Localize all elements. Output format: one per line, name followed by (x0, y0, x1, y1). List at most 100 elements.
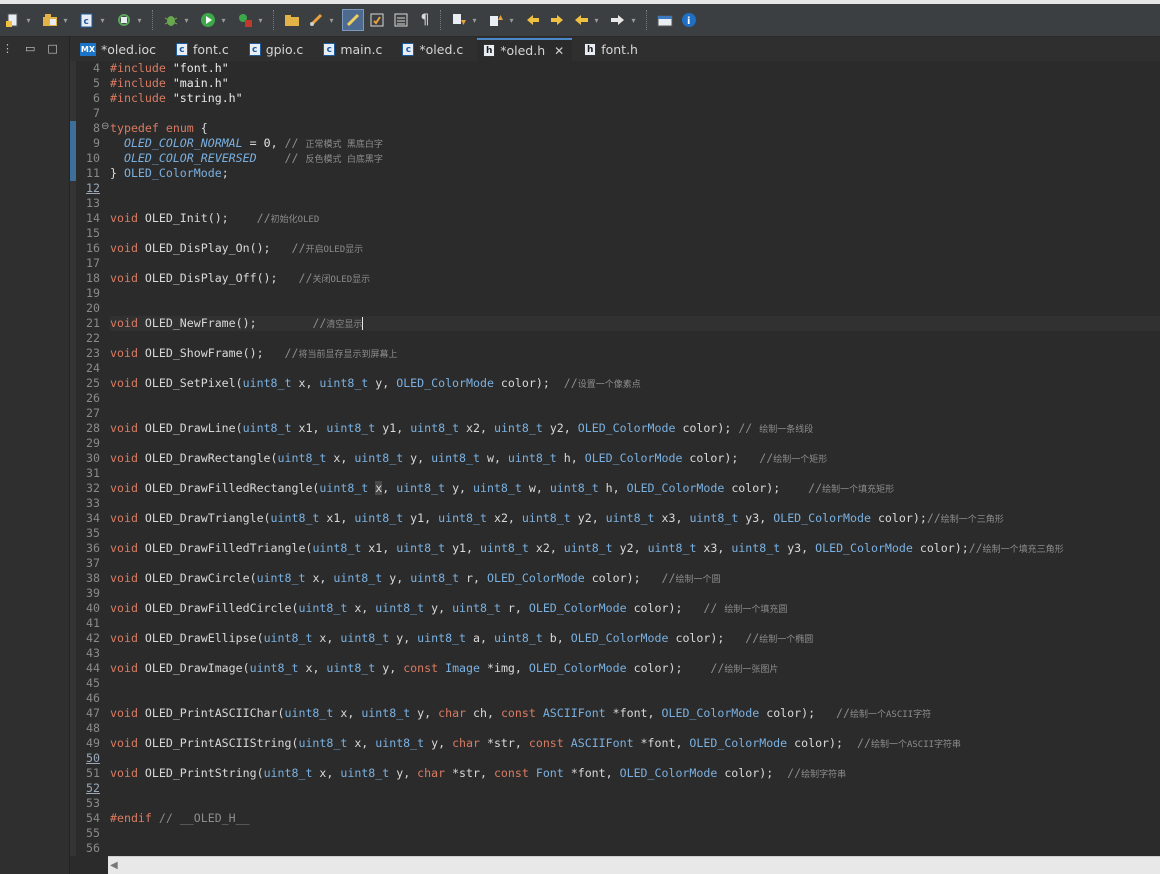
brush-icon[interactable] (305, 9, 327, 31)
info-icon[interactable]: i (678, 9, 700, 31)
code-line[interactable]: void OLED_PrintASCIIChar(uint8_t x, uint… (110, 706, 1160, 721)
tab-oled-h[interactable]: h *oled.h ✕ (477, 38, 573, 61)
close-tab-icon[interactable]: ✕ (554, 44, 564, 58)
code-line[interactable] (110, 526, 1160, 541)
horizontal-scrollbar[interactable]: ◀ (108, 856, 1160, 874)
code-area[interactable]: #include "font.h" #include "main.h" #inclu… (110, 61, 1160, 856)
code-line[interactable]: void OLED_PrintString(uint8_t x, uint8_t… (110, 766, 1160, 781)
code-line[interactable] (110, 781, 1160, 796)
code-line[interactable]: void OLED_DrawFilledCircle(uint8_t x, ui… (110, 601, 1160, 616)
code-line[interactable]: void OLED_Init(); //初始化OLED (110, 211, 1160, 226)
tab-gpio-c[interactable]: c gpio.c (243, 38, 312, 61)
code-line[interactable] (110, 256, 1160, 271)
last-edit-icon[interactable] (522, 9, 544, 31)
external-tools-icon[interactable] (234, 9, 256, 31)
prev-annotation-dropdown-icon[interactable]: ▾ (507, 9, 516, 31)
new-c-file-dropdown-icon[interactable]: ▾ (98, 9, 107, 31)
code-line[interactable] (110, 406, 1160, 421)
code-line[interactable]: #include "main.h" (110, 76, 1160, 91)
maximize-icon[interactable]: □ (47, 42, 57, 55)
code-line[interactable] (110, 361, 1160, 376)
code-line[interactable] (110, 841, 1160, 856)
brush-dropdown-icon[interactable]: ▾ (327, 9, 336, 31)
external-tools-dropdown-icon[interactable]: ▾ (256, 9, 265, 31)
code-line[interactable] (110, 826, 1160, 841)
code-line[interactable] (110, 646, 1160, 661)
code-line[interactable]: OLED_COLOR_REVERSED // 反色模式 白底黑字 (110, 151, 1160, 166)
code-line[interactable]: #endif // __OLED_H__ (110, 811, 1160, 826)
code-line[interactable] (110, 466, 1160, 481)
code-line[interactable]: OLED_COLOR_NORMAL = 0, // 正常模式 黑底白字 (110, 136, 1160, 151)
back-icon[interactable] (570, 9, 592, 31)
code-line[interactable]: void OLED_DrawEllipse(uint8_t x, uint8_t… (110, 631, 1160, 646)
code-line[interactable] (110, 676, 1160, 691)
open-project-icon[interactable] (39, 9, 61, 31)
code-line[interactable] (110, 751, 1160, 766)
code-editor[interactable]: 4 5 6 7 8 ⊖ 9 10 11 12 13 14 15 16 17 18 19 20 21 22 23 24 25 2… (70, 61, 1160, 856)
code-line[interactable]: void OLED_SetPixel(uint8_t x, uint8_t y,… (110, 376, 1160, 391)
run-dropdown-icon[interactable]: ▾ (219, 9, 228, 31)
code-line[interactable] (110, 301, 1160, 316)
code-line[interactable]: void OLED_PrintASCIIString(uint8_t x, ui… (110, 736, 1160, 751)
open-project-dropdown-icon[interactable]: ▾ (61, 9, 70, 31)
code-line[interactable]: void OLED_DrawImage(uint8_t x, uint8_t y… (110, 661, 1160, 676)
code-line[interactable] (110, 226, 1160, 241)
code-line[interactable]: void OLED_DrawRectangle(uint8_t x, uint8… (110, 451, 1160, 466)
code-line[interactable]: typedef enum { (110, 121, 1160, 136)
tab-font-c[interactable]: c font.c (170, 38, 237, 61)
forward-icon[interactable] (607, 9, 629, 31)
code-line[interactable]: void OLED_DrawFilledTriangle(uint8_t x1,… (110, 541, 1160, 556)
code-line[interactable] (110, 721, 1160, 736)
highlight-icon[interactable] (342, 9, 364, 31)
tab-font-h[interactable]: h font.h (578, 38, 646, 61)
code-line[interactable] (110, 796, 1160, 811)
code-line[interactable] (110, 496, 1160, 511)
code-line[interactable]: } OLED_ColorMode; (110, 166, 1160, 181)
code-line[interactable]: void OLED_DrawLine(uint8_t x1, uint8_t y… (110, 421, 1160, 436)
debug-dropdown-icon[interactable]: ▾ (182, 9, 191, 31)
code-line[interactable] (110, 616, 1160, 631)
back-dropdown-icon[interactable]: ▾ (592, 9, 601, 31)
next-edit-icon[interactable] (546, 9, 568, 31)
forward-dropdown-icon[interactable]: ▾ (629, 9, 638, 31)
sync-icon[interactable] (113, 9, 135, 31)
code-line[interactable]: #include "string.h" (110, 91, 1160, 106)
next-annotation-dropdown-icon[interactable]: ▾ (470, 9, 479, 31)
run-icon[interactable] (197, 9, 219, 31)
open-perspective-icon[interactable] (654, 9, 676, 31)
new-icon[interactable] (2, 9, 24, 31)
code-line[interactable]: void OLED_NewFrame(); //清空显示 (110, 316, 1160, 331)
code-line[interactable] (110, 181, 1160, 196)
code-line[interactable]: void OLED_DrawTriangle(uint8_t x1, uint8… (110, 511, 1160, 526)
code-line[interactable]: void OLED_DrawFilledRectangle(uint8_t x,… (110, 481, 1160, 496)
debug-icon[interactable] (160, 9, 182, 31)
fold-toggle-icon[interactable]: ⊖ (101, 121, 109, 132)
code-line[interactable] (110, 436, 1160, 451)
tab-main-c[interactable]: c main.c (317, 38, 390, 61)
code-line[interactable] (110, 586, 1160, 601)
code-line[interactable] (110, 286, 1160, 301)
code-line[interactable] (110, 331, 1160, 346)
minimize-icon[interactable]: ▭ (25, 42, 35, 55)
code-line[interactable] (110, 691, 1160, 706)
code-line[interactable]: void OLED_DisPlay_Off(); //关闭OLED显示 (110, 271, 1160, 286)
new-c-file-icon[interactable]: c (76, 9, 98, 31)
code-line[interactable] (110, 556, 1160, 571)
code-line[interactable] (110, 106, 1160, 121)
new-dropdown-icon[interactable]: ▾ (24, 9, 33, 31)
block-select-icon[interactable] (390, 9, 412, 31)
whitespace-icon[interactable]: ¶ (414, 9, 436, 31)
sync-dropdown-icon[interactable]: ▾ (135, 9, 144, 31)
code-line[interactable]: void OLED_DrawCircle(uint8_t x, uint8_t … (110, 571, 1160, 586)
scroll-left-icon[interactable]: ◀ (110, 860, 118, 871)
next-annotation-icon[interactable] (448, 9, 470, 31)
code-line[interactable] (110, 196, 1160, 211)
code-line[interactable]: #include "font.h" (110, 61, 1160, 76)
toggle-mark-icon[interactable] (366, 9, 388, 31)
code-line[interactable]: void OLED_ShowFrame(); //将当前显存显示到屏幕上 (110, 346, 1160, 361)
open-folder-icon[interactable] (281, 9, 303, 31)
tab-oled-ioc[interactable]: MX *oled.ioc (74, 38, 164, 61)
tab-oled-c[interactable]: c *oled.c (396, 38, 471, 61)
prev-annotation-icon[interactable] (485, 9, 507, 31)
code-line[interactable]: void OLED_DisPlay_On(); //开启OLED显示 (110, 241, 1160, 256)
